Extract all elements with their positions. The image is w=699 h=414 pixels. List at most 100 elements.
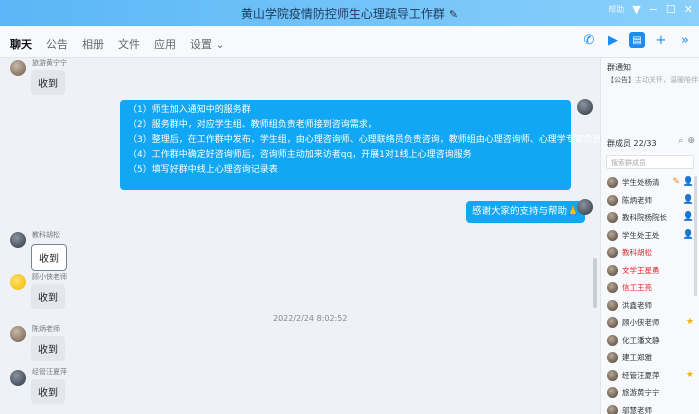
message-bubble[interactable]: 收到: [31, 70, 65, 95]
close-icon[interactable]: ✕: [684, 3, 693, 17]
search-members-icon[interactable]: ⌕: [678, 136, 683, 146]
message-bubble[interactable]: 收到: [31, 336, 65, 361]
add-member-icon[interactable]: ⊕: [687, 136, 695, 146]
member-name: 顾小侠老师: [622, 318, 660, 328]
tab-chat[interactable]: 聊天: [10, 36, 32, 60]
member-item[interactable]: 学生处王处 👤: [601, 227, 699, 245]
member-name: 教科院杨院长: [622, 213, 667, 223]
notice-content[interactable]: 【公告】主动关怀，温暖陪伴…: [607, 75, 699, 85]
tab-album[interactable]: 相册: [82, 36, 104, 60]
message-line: （3）整理后，在工作群中发布，学生组，由心理咨询师、心理联络员负责咨询，教师组由…: [128, 135, 600, 145]
member-item[interactable]: 教科院杨院长 👤: [601, 209, 699, 227]
message-bubble[interactable]: 收到: [31, 244, 67, 271]
member-avatar: [607, 404, 618, 414]
member-badge-icon: 👤: [682, 212, 694, 222]
member-badge-icon: ★: [685, 369, 694, 380]
tabs: 聊天 公告 相册 文件 应用 设置 ⌄: [10, 36, 225, 60]
dropdown-icon[interactable]: ▼: [632, 3, 640, 17]
message-line: （4）工作群中确定好咨询师后，咨询师主动加来访者qq，开展1对1线上心理咨询服务: [128, 150, 472, 160]
member-search-input[interactable]: 搜索群成员: [606, 155, 694, 169]
member-avatar: [607, 282, 618, 294]
members-tools: ⌕ ⊕: [678, 136, 695, 146]
member-name: 文学王星勇: [622, 265, 660, 275]
help-link[interactable]: 帮助: [608, 3, 624, 17]
member-item[interactable]: 文学王星勇: [601, 262, 699, 280]
self-avatar[interactable]: [577, 199, 593, 215]
add-icon[interactable]: +: [653, 32, 669, 48]
member-avatar: [607, 229, 618, 241]
member-badge-icon: 👤: [682, 194, 694, 205]
window-controls: 帮助 ▼ − ☐ ✕: [608, 3, 693, 17]
member-item[interactable]: 洪鑫老师: [601, 297, 699, 315]
minimize-icon[interactable]: −: [649, 3, 658, 17]
member-item[interactable]: 建工郑雅: [601, 349, 699, 367]
member-item[interactable]: 信工王亮: [601, 279, 699, 297]
member-item[interactable]: 旅游黄宁宁: [601, 384, 699, 402]
title-bar: 黄山学院疫情防控师生心理疏导工作群 ✎ 帮助 ▼ − ☐ ✕: [0, 0, 699, 26]
message-bubble[interactable]: 收到: [31, 284, 65, 309]
window-title-wrap: 黄山学院疫情防控师生心理疏导工作群 ✎: [0, 5, 699, 22]
member-avatar: [607, 369, 618, 381]
member-item[interactable]: 经管汪夏萍 ★: [601, 367, 699, 385]
member-avatar: [607, 299, 618, 311]
message-bubble-self[interactable]: 感谢大家的支持与帮助🙏: [466, 201, 585, 223]
message-line: （5）填写好群中线上心理咨询记录表: [128, 165, 278, 175]
member-avatar: [607, 177, 618, 189]
notice-title: 群通知: [607, 63, 631, 72]
tab-settings[interactable]: 设置 ⌄: [190, 36, 225, 60]
self-avatar[interactable]: [577, 99, 593, 115]
tab-apps[interactable]: 应用: [154, 36, 176, 60]
notice-prefix: 【公告】: [607, 76, 635, 84]
member-avatar: [607, 387, 618, 399]
chat-area[interactable]: 旅游黄宁宁 收到 （1）师生加入通知中的服务群 （2）服务群中，对应学生组、教师…: [0, 58, 600, 414]
tab-announcement[interactable]: 公告: [46, 36, 68, 60]
member-list-scrollbar[interactable]: [694, 176, 697, 296]
members-title: 群成员 22/33: [607, 139, 657, 148]
notice-text: 主动关怀，温暖陪伴…: [635, 76, 699, 84]
member-name: 邬慧老师: [622, 405, 652, 414]
video-icon[interactable]: ▶: [605, 32, 621, 48]
member-list: 学生处杨清 ✎ 👤 陈炳老师 👤 教科院杨院长 👤 学生处王处 👤 教科胡松 文学王星勇 信工王亮洪…: [601, 174, 699, 414]
toolbar-icons: ✆ ▶ ▤ + »: [581, 32, 693, 48]
message-line: （1）师生加入通知中的服务群: [128, 105, 251, 115]
member-name: 洪鑫老师: [622, 300, 652, 310]
member-avatar: [607, 247, 618, 259]
member-name: 学生处杨清: [622, 178, 660, 188]
phone-icon[interactable]: ✆: [581, 32, 597, 48]
file-icon[interactable]: ▤: [629, 32, 645, 48]
avatar[interactable]: [10, 370, 26, 386]
member-item[interactable]: 学生处杨清 ✎ 👤: [601, 174, 699, 192]
sender-name: 经管汪夏萍: [32, 368, 67, 376]
member-item[interactable]: 陈炳老师 👤: [601, 192, 699, 210]
member-badge-icon: ★: [685, 317, 694, 327]
member-avatar: [607, 352, 618, 364]
avatar[interactable]: [10, 274, 26, 290]
member-name: 教科胡松: [622, 248, 652, 258]
member-avatar: [607, 264, 618, 276]
message-bubble[interactable]: 收到: [31, 379, 65, 404]
member-item[interactable]: 教科胡松: [601, 244, 699, 262]
member-avatar: [607, 334, 618, 346]
member-name: 信工王亮: [622, 283, 652, 293]
member-badge-icon: 👤: [682, 229, 694, 240]
tab-bar: 聊天 公告 相册 文件 应用 设置 ⌄ ✆ ▶ ▤ + »: [0, 26, 699, 58]
member-item[interactable]: 化工潘文静: [601, 332, 699, 350]
window-title: 黄山学院疫情防控师生心理疏导工作群: [240, 7, 445, 21]
avatar[interactable]: [10, 232, 26, 248]
avatar[interactable]: [10, 326, 26, 342]
collapse-icon[interactable]: »: [677, 32, 693, 48]
chat-scrollbar[interactable]: [593, 258, 597, 308]
maximize-icon[interactable]: ☐: [666, 3, 676, 17]
edit-title-icon[interactable]: ✎: [449, 8, 458, 21]
member-item[interactable]: 邬慧老师: [601, 402, 699, 414]
message-line: （2）服务群中，对应学生组、教师组负责老师接到咨询需求，: [128, 120, 377, 130]
member-name: 旅游黄宁宁: [622, 388, 660, 398]
member-name: 陈炳老师: [622, 195, 652, 205]
sender-name: 顾小侠老师: [32, 273, 67, 281]
avatar[interactable]: [10, 60, 26, 76]
tab-files[interactable]: 文件: [118, 36, 140, 60]
message-bubble-self[interactable]: （1）师生加入通知中的服务群 （2）服务群中，对应学生组、教师组负责老师接到咨询…: [120, 100, 600, 190]
member-item[interactable]: 顾小侠老师 ★: [601, 314, 699, 332]
member-name: 建工郑雅: [622, 353, 652, 363]
member-badge-icon: ✎ 👤: [672, 177, 694, 187]
